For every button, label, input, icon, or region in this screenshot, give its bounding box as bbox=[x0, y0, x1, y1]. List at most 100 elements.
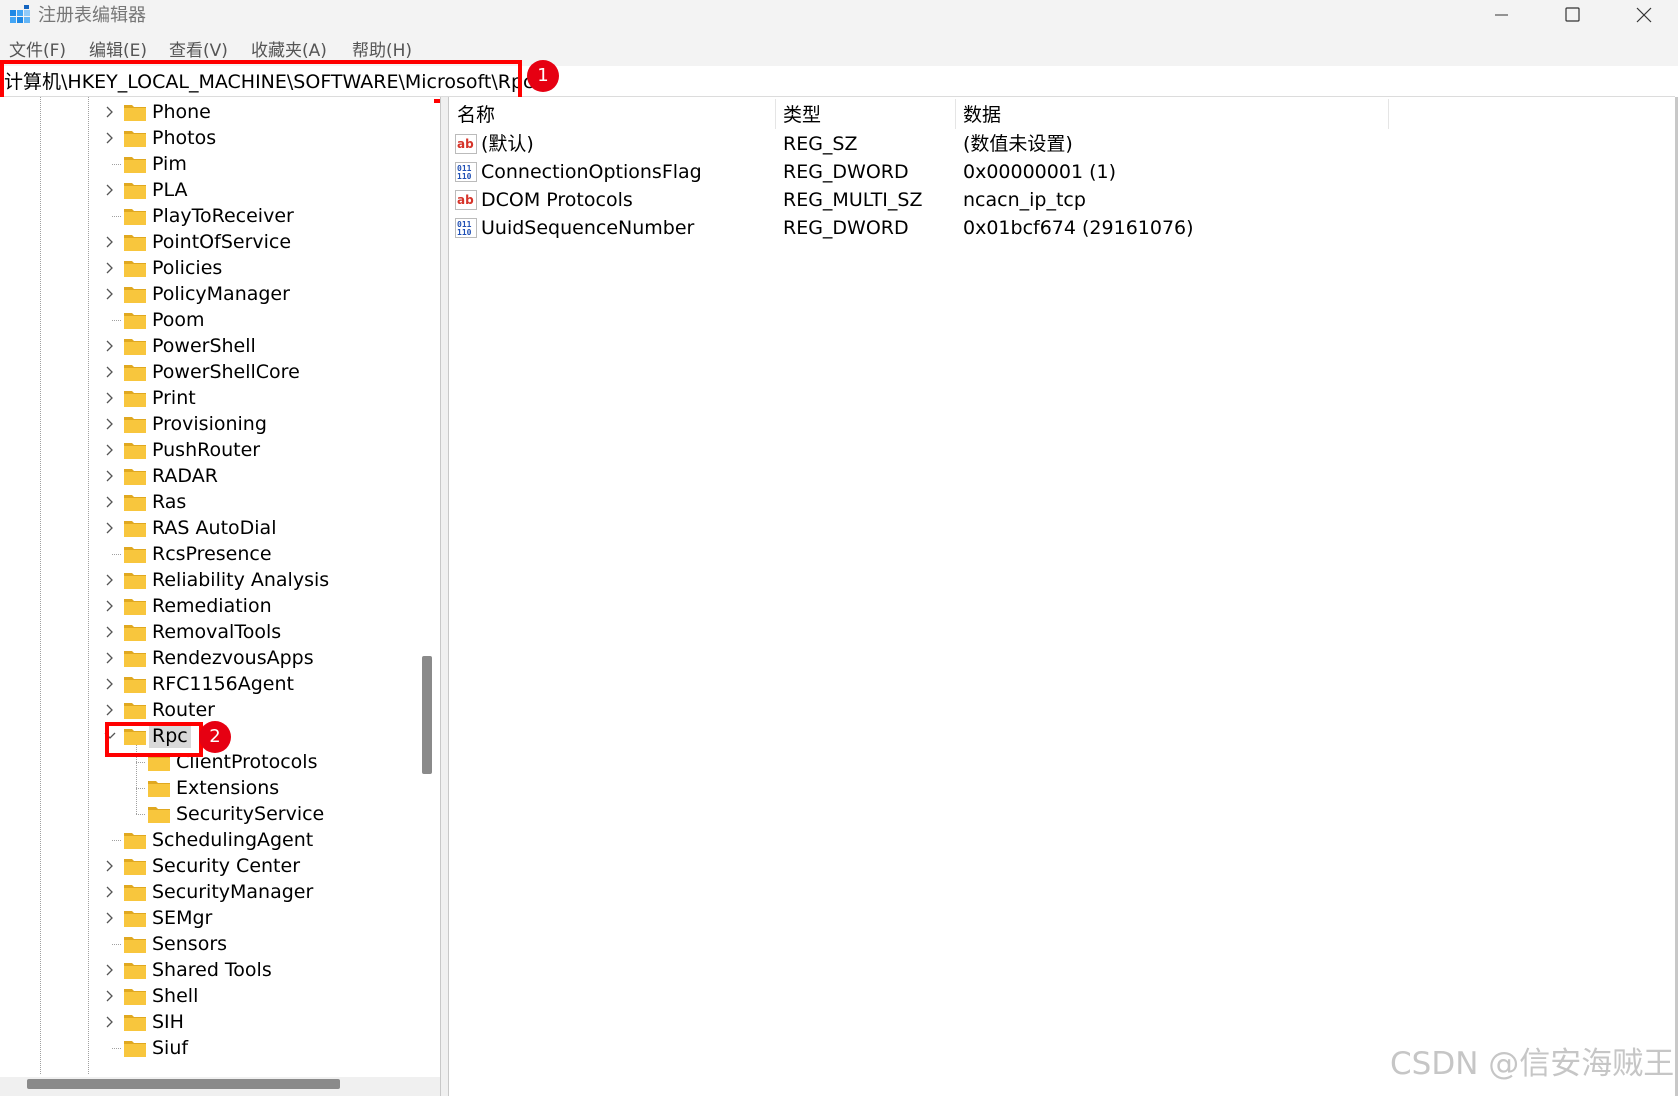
column-header-type[interactable]: 类型 bbox=[783, 103, 821, 127]
tree-item[interactable]: RcsPresence bbox=[0, 541, 430, 567]
tree-connector bbox=[112, 320, 121, 321]
chevron-right-icon[interactable] bbox=[103, 287, 117, 301]
tree-item[interactable]: Print bbox=[0, 385, 430, 411]
tree-item[interactable]: SIH bbox=[0, 1009, 430, 1035]
tree-item[interactable]: Policies bbox=[0, 255, 430, 281]
tree-item[interactable]: PLA bbox=[0, 177, 430, 203]
tree-item[interactable]: Remediation bbox=[0, 593, 430, 619]
tree-item[interactable]: Shell bbox=[0, 983, 430, 1009]
chevron-right-icon[interactable] bbox=[103, 131, 117, 145]
maximize-button[interactable] bbox=[1537, 0, 1607, 30]
chevron-right-icon[interactable] bbox=[103, 599, 117, 613]
column-separator[interactable] bbox=[1388, 99, 1389, 129]
tree-horizontal-scroll-thumb[interactable] bbox=[27, 1079, 340, 1089]
value-row[interactable]: 011 110 ConnectionOptionsFlag REG_DWORD 0x00… bbox=[449, 158, 1676, 186]
menu-help[interactable]: 帮助(H) bbox=[352, 40, 412, 62]
tree-item[interactable]: PushRouter bbox=[0, 437, 430, 463]
chevron-right-icon[interactable] bbox=[103, 339, 117, 353]
folder-icon bbox=[124, 547, 146, 563]
tree-item[interactable]: PointOfService bbox=[0, 229, 430, 255]
tree-item[interactable]: PowerShell bbox=[0, 333, 430, 359]
close-button[interactable] bbox=[1608, 0, 1678, 30]
tree-vertical-scroll-thumb[interactable] bbox=[422, 656, 432, 774]
chevron-right-icon[interactable] bbox=[103, 443, 117, 457]
tree-item[interactable]: Sensors bbox=[0, 931, 430, 957]
window-title: 注册表编辑器 bbox=[38, 5, 146, 26]
value-row[interactable]: ab (默认) REG_SZ (数值未设置) bbox=[449, 130, 1676, 158]
tree-item[interactable]: RADAR bbox=[0, 463, 430, 489]
column-header-name[interactable]: 名称 bbox=[457, 103, 495, 127]
column-header-data[interactable]: 数据 bbox=[963, 103, 1001, 127]
tree-item[interactable]: PolicyManager bbox=[0, 281, 430, 307]
chevron-right-icon[interactable] bbox=[103, 703, 117, 717]
value-data: 0x00000001 (1) bbox=[963, 161, 1116, 183]
tree-connector bbox=[136, 788, 145, 789]
minimize-button[interactable] bbox=[1466, 0, 1536, 30]
chevron-right-icon[interactable] bbox=[103, 911, 117, 925]
chevron-right-icon[interactable] bbox=[103, 365, 117, 379]
key-tree[interactable]: Phone Photos Pim PLA PlayToReceiver PointOfSe… bbox=[0, 97, 430, 1074]
chevron-right-icon[interactable] bbox=[103, 859, 117, 873]
menu-edit[interactable]: 编辑(E) bbox=[89, 40, 147, 62]
value-name: UuidSequenceNumber bbox=[481, 217, 695, 239]
chevron-right-icon[interactable] bbox=[103, 625, 117, 639]
chevron-right-icon[interactable] bbox=[103, 963, 117, 977]
menu-view[interactable]: 查看(V) bbox=[169, 40, 228, 62]
tree-item[interactable]: Photos bbox=[0, 125, 430, 151]
svg-text:110: 110 bbox=[457, 172, 472, 181]
chevron-right-icon[interactable] bbox=[103, 885, 117, 899]
tree-item[interactable]: Reliability Analysis bbox=[0, 567, 430, 593]
chevron-right-icon[interactable] bbox=[103, 989, 117, 1003]
folder-icon bbox=[124, 937, 146, 953]
tree-item[interactable]: Poom bbox=[0, 307, 430, 333]
folder-icon bbox=[124, 963, 146, 979]
tree-item[interactable]: PowerShellCore bbox=[0, 359, 430, 385]
tree-item[interactable]: Security Center bbox=[0, 853, 430, 879]
tree-item[interactable]: Pim bbox=[0, 151, 430, 177]
tree-item[interactable]: RFC1156Agent bbox=[0, 671, 430, 697]
chevron-right-icon[interactable] bbox=[103, 469, 117, 483]
tree-item[interactable]: PlayToReceiver bbox=[0, 203, 430, 229]
chevron-right-icon[interactable] bbox=[103, 391, 117, 405]
chevron-right-icon[interactable] bbox=[103, 521, 117, 535]
tree-item[interactable]: RendezvousApps bbox=[0, 645, 430, 671]
tree-item-label: SchedulingAgent bbox=[152, 829, 314, 851]
pane-splitter[interactable] bbox=[440, 97, 448, 1096]
chevron-right-icon[interactable] bbox=[103, 261, 117, 275]
value-name: ConnectionOptionsFlag bbox=[481, 161, 702, 183]
tree-item[interactable]: SecurityManager bbox=[0, 879, 430, 905]
chevron-right-icon[interactable] bbox=[103, 235, 117, 249]
column-separator[interactable] bbox=[955, 99, 956, 129]
menu-file[interactable]: 文件(F) bbox=[9, 40, 66, 62]
value-row[interactable]: 011 110 UuidSequenceNumber REG_DWORD 0x01bcf… bbox=[449, 214, 1676, 242]
tree-item-label: Extensions bbox=[176, 777, 280, 799]
tree-item[interactable]: Provisioning bbox=[0, 411, 430, 437]
tree-item[interactable]: Extensions bbox=[0, 775, 430, 801]
chevron-right-icon[interactable] bbox=[103, 651, 117, 665]
tree-item[interactable]: SchedulingAgent bbox=[0, 827, 430, 853]
tree-item[interactable]: SEMgr bbox=[0, 905, 430, 931]
tree-item[interactable]: Siuf bbox=[0, 1035, 430, 1061]
chevron-right-icon[interactable] bbox=[103, 495, 117, 509]
chevron-right-icon[interactable] bbox=[103, 677, 117, 691]
tree-item[interactable]: RemovalTools bbox=[0, 619, 430, 645]
chevron-right-icon[interactable] bbox=[103, 417, 117, 431]
tree-item[interactable]: Router bbox=[0, 697, 430, 723]
column-separator[interactable] bbox=[775, 99, 776, 129]
menu-favorites[interactable]: 收藏夹(A) bbox=[251, 40, 327, 62]
chevron-right-icon[interactable] bbox=[103, 183, 117, 197]
chevron-right-icon[interactable] bbox=[103, 1015, 117, 1029]
tree-item[interactable]: SecurityService bbox=[0, 801, 430, 827]
chevron-right-icon[interactable] bbox=[103, 573, 117, 587]
tree-item[interactable]: Shared Tools bbox=[0, 957, 430, 983]
chevron-right-icon[interactable] bbox=[103, 105, 117, 119]
tree-item[interactable]: Phone bbox=[0, 99, 430, 125]
values-list[interactable]: 名称 类型 数据 ab (默认) REG_SZ (数值未设置) 011 110 Connec… bbox=[448, 97, 1676, 1096]
tree-item-label: PointOfService bbox=[152, 231, 292, 253]
tree-item[interactable]: RAS AutoDial bbox=[0, 515, 430, 541]
value-row[interactable]: ab DCOM Protocols REG_MULTI_SZ ncacn_ip_tcp bbox=[449, 186, 1676, 214]
string-value-icon: ab bbox=[455, 134, 477, 154]
tree-vertical-scrollbar[interactable] bbox=[418, 97, 434, 1077]
tree-item[interactable]: Ras bbox=[0, 489, 430, 515]
tree-item-label: SecurityService bbox=[176, 803, 325, 825]
